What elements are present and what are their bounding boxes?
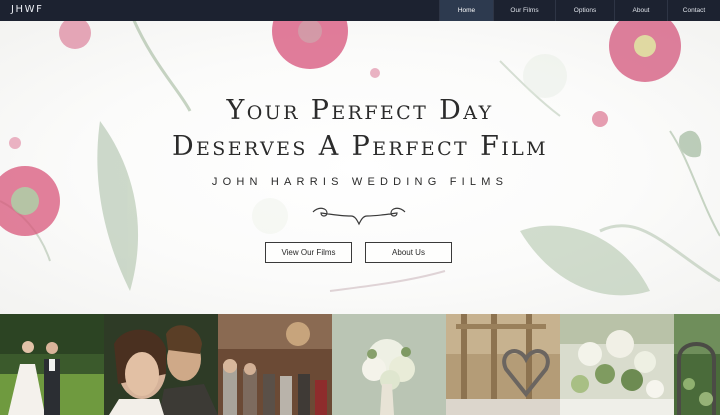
nav-item-about[interactable]: About <box>614 0 667 21</box>
nav-item-options[interactable]: Options <box>555 0 614 21</box>
nav-item-contact[interactable]: Contact <box>667 0 720 21</box>
hero-section: Your Perfect Day Deserves A Perfect Film… <box>0 21 720 314</box>
hero-title-line-2: Deserves A Perfect Film <box>171 131 548 162</box>
nav-menu: Home Our Films Options About Contact <box>439 0 720 21</box>
floral-background <box>0 21 720 296</box>
heart-chair-decoration-photo[interactable] <box>446 314 560 415</box>
photo-gallery-strip <box>0 314 720 415</box>
nav-item-our-films[interactable]: Our Films <box>493 0 555 21</box>
flourish-divider-icon <box>312 207 406 226</box>
view-our-films-button[interactable]: View Our Films <box>265 242 352 263</box>
bridal-bouquet-photo[interactable] <box>332 314 446 415</box>
top-nav-bar: JHWF Home Our Films Options About Contac… <box>0 0 720 21</box>
about-us-button[interactable]: About Us <box>365 242 452 263</box>
bride-walking-photo[interactable] <box>0 314 104 415</box>
table-flowers-photo[interactable] <box>560 314 674 415</box>
nav-item-home[interactable]: Home <box>439 0 493 21</box>
brand-logo[interactable]: JHWF <box>11 4 44 15</box>
hero-subtitle: JOHN HARRIS WEDDING FILMS <box>211 176 509 188</box>
couple-portrait-photo[interactable] <box>104 314 218 415</box>
garden-arch-photo[interactable] <box>674 314 720 415</box>
hero-title-line-1: Your Perfect Day <box>226 95 494 126</box>
ceremony-guests-photo[interactable] <box>218 314 332 415</box>
